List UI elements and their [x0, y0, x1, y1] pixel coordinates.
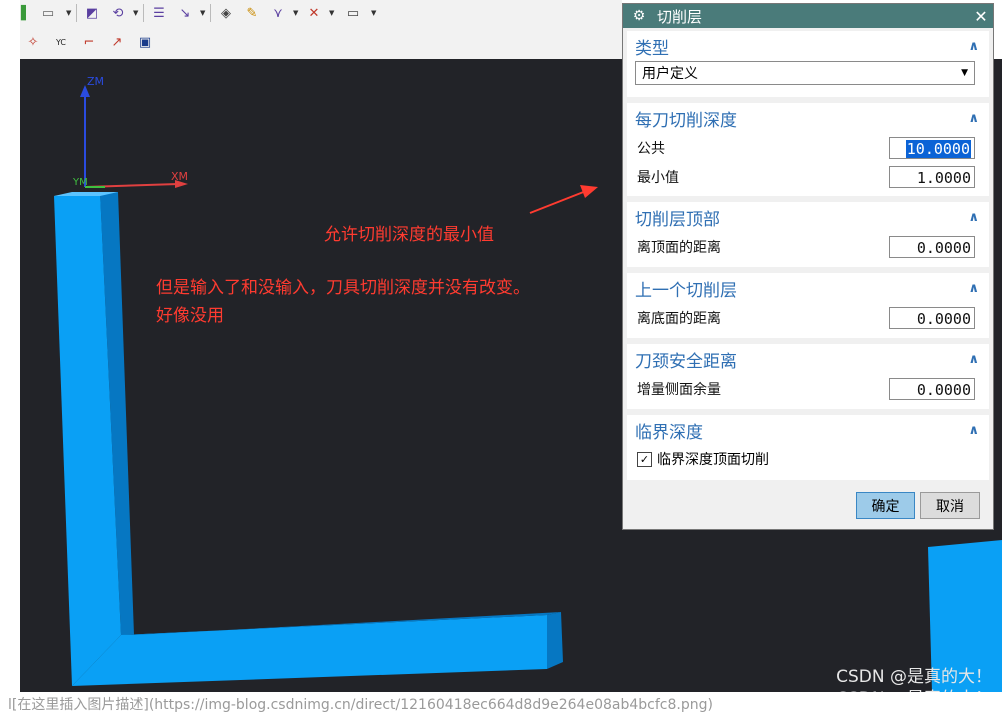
min-depth-input[interactable]: 1.0000 [889, 165, 975, 188]
view-orient-icon[interactable]: ◩ [81, 4, 103, 22]
annotation-arrowhead [580, 185, 598, 198]
filter-icon[interactable]: ⋎ [267, 4, 289, 22]
side-stock-row: 增量侧面余量 0.0000 [627, 374, 989, 403]
csys-icon[interactable]: ↘ [174, 4, 196, 22]
toolbar-row-2: ✧ YC ⌐ ↗ ▣ [20, 28, 624, 56]
axis-label-zm: ZM [87, 75, 105, 88]
group-depth-per-cut: 每刀切削深度 ∧ 公共 10.0000 最小值 1.0000 [627, 103, 989, 196]
min-depth-label: 最小值 [637, 169, 679, 186]
bottom-distance-label: 离底面的距离 [637, 310, 721, 327]
group-prev-header[interactable]: 上一个切削层 ∧ [627, 273, 989, 303]
ok-button[interactable]: 确定 [856, 492, 915, 519]
axis-label-ym: YM [73, 177, 88, 188]
layer-list-icon[interactable]: ☰ [148, 4, 170, 22]
group-neck-header[interactable]: 刀颈安全距离 ∧ [627, 344, 989, 374]
wcs-save-icon[interactable]: ▣ [134, 33, 156, 51]
toolbar-divider [76, 4, 77, 22]
group-neck-title: 刀颈安全距离 [635, 351, 737, 372]
gear-icon[interactable]: ⚙ [627, 8, 651, 24]
close-icon[interactable]: ✕ [969, 7, 993, 26]
group-critical-header[interactable]: 临界深度 ∧ [627, 415, 989, 445]
top-distance-input[interactable]: 0.0000 [889, 235, 975, 258]
toolbar: ▌ ▭ ▼ ◩ ⟲ ▼ ☰ ↘ ▼ ◈ ✎ ⋎ ▼ ✕ ▼ ▭ ▼ ✧ YC ⌐… [20, 0, 622, 59]
toolbar-divider [210, 4, 211, 22]
group-top-of-cut-levels: 切削层顶部 ∧ 离顶面的距离 0.0000 [627, 202, 989, 267]
view-rotate-icon[interactable]: ⟲ [107, 4, 129, 22]
chevron-up-icon[interactable]: ∧ [968, 39, 979, 54]
group-top-title: 切削层顶部 [635, 209, 720, 230]
group-critical-title: 临界深度 [635, 422, 703, 443]
left-margin [0, 0, 20, 692]
display-mode-icon[interactable]: ▭ [34, 4, 62, 22]
group-type-header[interactable]: 类型 ∧ [627, 31, 989, 61]
toolbar-divider [143, 4, 144, 22]
wcs-set-icon[interactable]: ↗ [106, 33, 128, 51]
group-previous-cut-level: 上一个切削层 ∧ 离底面的距离 0.0000 [627, 273, 989, 338]
shaded-view-icon[interactable]: ◈ [215, 4, 237, 22]
type-select-value: 用户定义 [642, 66, 698, 82]
min-depth-row: 最小值 1.0000 [627, 162, 989, 191]
snap-icon[interactable]: ✕ [303, 4, 325, 22]
model-end-face [547, 612, 563, 669]
group-depth-title: 每刀切削深度 [635, 110, 737, 131]
group-type-title: 类型 [635, 38, 669, 59]
common-depth-row: 公共 10.0000 [627, 133, 989, 162]
wcs-orient-icon[interactable]: ⌐ [78, 33, 100, 51]
cancel-button[interactable]: 取消 [920, 492, 980, 519]
dialog-title: 切削层 [657, 7, 703, 26]
chevron-up-icon[interactable]: ∧ [968, 352, 979, 367]
group-critical-depth: 临界深度 ∧ ✓ 临界深度顶面切削 [627, 415, 989, 480]
annotation-note-2-line2: 好像没用 [156, 306, 224, 326]
chevron-down-icon[interactable]: ▼ [329, 9, 335, 17]
annotation-note-2-line1: 但是输入了和没输入，刀具切削深度并没有改变。 [156, 278, 530, 298]
wcs-yc-icon[interactable]: YC [50, 33, 72, 51]
critical-depth-checkbox-row[interactable]: ✓ 临界深度顶面切削 [627, 445, 989, 473]
chevron-up-icon[interactable]: ∧ [968, 111, 979, 126]
axis-label-xm: XM [171, 170, 189, 183]
cut-levels-dialog: ⚙ 切削层 ✕ 类型 ∧ 用户定义 ▼ 每刀切削深度 ∧ 公共 10.0000 … [622, 3, 994, 530]
wcs-dynamic-icon[interactable]: ✧ [22, 33, 44, 51]
chevron-down-icon[interactable]: ▼ [961, 68, 968, 78]
group-type: 类型 ∧ 用户定义 ▼ [627, 31, 989, 97]
common-depth-value: 10.0000 [905, 139, 971, 158]
group-depth-header[interactable]: 每刀切削深度 ∧ [627, 103, 989, 133]
top-distance-label: 离顶面的距离 [637, 239, 721, 256]
annotation-note-1: 允许切削深度的最小值 [324, 225, 494, 245]
chevron-down-icon[interactable]: ▼ [66, 9, 72, 17]
bottom-distance-row: 离底面的距离 0.0000 [627, 303, 989, 332]
chevron-down-icon[interactable]: ▼ [133, 9, 139, 17]
group-prev-title: 上一个切削层 [635, 280, 737, 301]
group-neck-clearance: 刀颈安全距离 ∧ 增量侧面余量 0.0000 [627, 344, 989, 409]
toolbar-row-1: ▌ ▭ ▼ ◩ ⟲ ▼ ☰ ↘ ▼ ◈ ✎ ⋎ ▼ ✕ ▼ ▭ ▼ [20, 0, 624, 26]
chevron-up-icon[interactable]: ∧ [968, 281, 979, 296]
chevron-up-icon[interactable]: ∧ [968, 210, 979, 225]
chevron-down-icon[interactable]: ▼ [200, 9, 206, 17]
common-depth-label: 公共 [637, 140, 665, 157]
annotation-arrow [529, 190, 587, 214]
dialog-title-bar[interactable]: ⚙ 切削层 ✕ [623, 4, 993, 28]
chevron-up-icon[interactable]: ∧ [968, 423, 979, 438]
measure-icon[interactable]: ▭ [339, 4, 367, 22]
chevron-down-icon[interactable]: ▼ [371, 9, 377, 17]
paint-icon[interactable]: ✎ [241, 4, 263, 22]
top-distance-row: 离顶面的距离 0.0000 [627, 232, 989, 261]
side-stock-input[interactable]: 0.0000 [889, 377, 975, 400]
group-top-header[interactable]: 切削层顶部 ∧ [627, 202, 989, 232]
critical-depth-checkbox-label: 临界深度顶面切削 [657, 452, 769, 468]
critical-depth-checkbox[interactable]: ✓ [637, 451, 652, 467]
image-caption: l[在这里插入图片描述](https://img-blog.csdnimg.cn… [8, 697, 713, 713]
type-select[interactable]: 用户定义 ▼ [635, 61, 975, 85]
common-depth-input[interactable]: 10.0000 [889, 136, 975, 159]
toolbar-leaf-icon[interactable]: ▌ [21, 4, 31, 22]
chevron-down-icon[interactable]: ▼ [293, 9, 299, 17]
bottom-distance-input[interactable]: 0.0000 [889, 306, 975, 329]
side-stock-label: 增量侧面余量 [637, 381, 721, 398]
